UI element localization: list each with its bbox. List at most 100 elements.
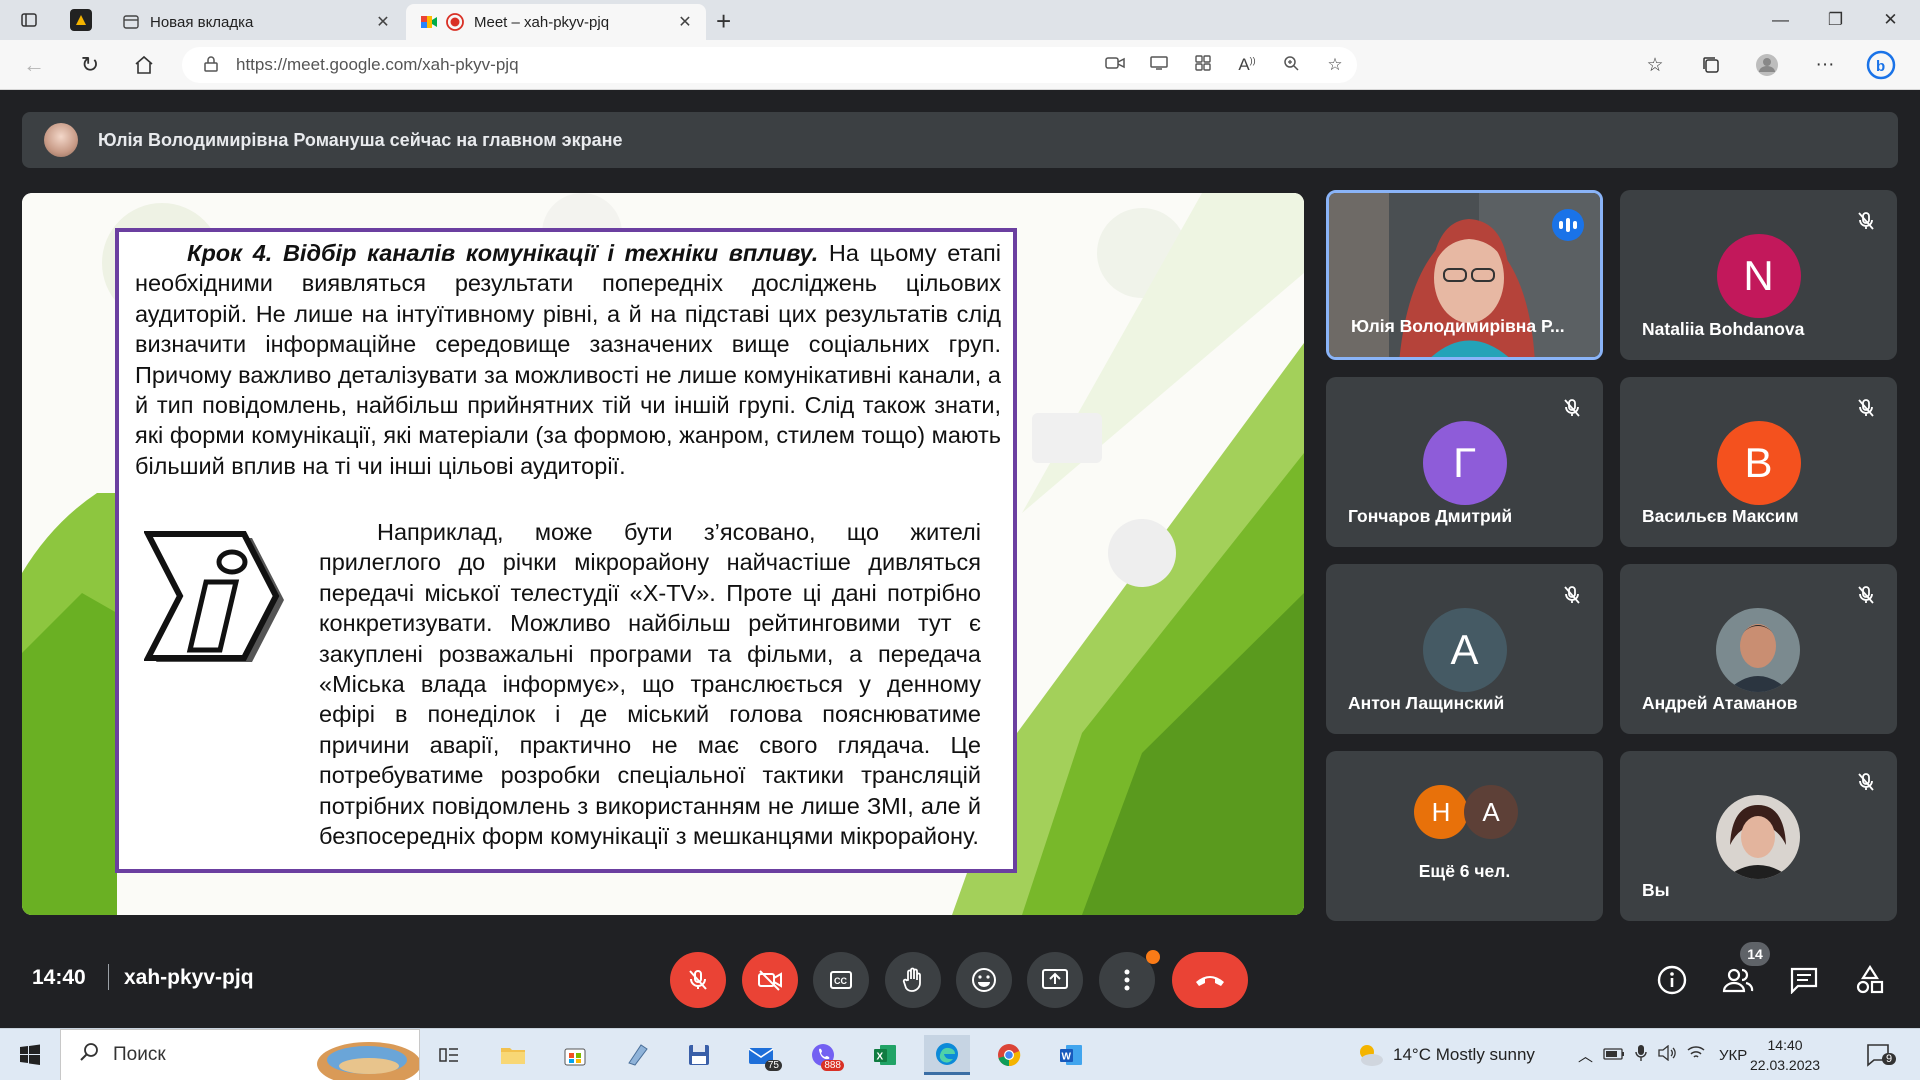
tab-meet[interactable]: Meet – xah-pkyv-pjq ✕ [406, 4, 706, 40]
volume-icon[interactable] [1657, 1044, 1677, 1065]
taskbar-clock[interactable]: 14:40 22.03.2023 [1750, 1029, 1820, 1080]
participant-tile-speaker[interactable]: Юлія Володимирівна Р... [1326, 190, 1603, 360]
viber-icon[interactable]: 888 [800, 1035, 846, 1075]
apps-icon[interactable] [1181, 54, 1225, 76]
favorites-icon[interactable]: ☆ [1638, 50, 1672, 80]
close-icon[interactable]: ✕ [672, 12, 698, 32]
refresh-button[interactable]: ↻ [74, 50, 106, 80]
participant-name: Nataliia Bohdanova [1642, 319, 1805, 339]
chat-icon [1790, 967, 1818, 994]
zoom-icon[interactable] [1269, 55, 1313, 76]
slide-document: Крок 4. Відбір каналів комунікації і тех… [115, 228, 1017, 873]
profile-avatar-icon[interactable] [1750, 50, 1784, 80]
svg-text:X: X [877, 1052, 884, 1063]
chrome-icon[interactable] [986, 1035, 1032, 1075]
chevron-up-icon[interactable]: ︿ [1578, 1045, 1593, 1066]
notification-dot [1146, 950, 1160, 964]
more-options-icon[interactable]: ··· [1808, 50, 1842, 80]
participant-tile[interactable]: В Васильєв Максим [1620, 377, 1897, 547]
camera-off-icon [758, 970, 782, 991]
network-icon[interactable] [1687, 1044, 1705, 1066]
task-view-icon[interactable] [426, 1035, 472, 1075]
camera-icon[interactable] [1093, 55, 1137, 75]
present-button[interactable] [1027, 952, 1083, 1008]
viber-badge: 888 [821, 1060, 844, 1071]
participant-tile[interactable]: N Nataliia Bohdanova [1620, 190, 1897, 360]
save-app-icon[interactable] [676, 1035, 722, 1075]
people-button[interactable] [1718, 960, 1758, 1000]
avatar-photo [1716, 795, 1800, 879]
reactions-button[interactable] [956, 952, 1012, 1008]
excel-icon[interactable]: X [862, 1035, 908, 1075]
avatar-letter: Н [1414, 785, 1468, 839]
read-aloud-icon[interactable]: A)) [1225, 55, 1269, 75]
mic-toggle-button[interactable] [670, 952, 726, 1008]
mic-tray-icon[interactable] [1635, 1044, 1647, 1066]
close-window-button[interactable]: ✕ [1863, 0, 1918, 40]
store-icon[interactable] [552, 1035, 598, 1075]
self-tile[interactable]: Вы [1620, 751, 1897, 921]
edge-icon[interactable] [924, 1035, 970, 1075]
partly-sunny-icon [1360, 1045, 1383, 1066]
mic-off-icon [689, 970, 707, 990]
address-bar[interactable]: https://meet.google.com/xah-pkyv-pjq A))… [182, 47, 1357, 83]
windows-logo-icon [20, 1044, 40, 1065]
muted-mic-icon [1851, 206, 1881, 236]
taskbar-search[interactable]: Поиск [60, 1029, 420, 1080]
add-favorite-icon[interactable]: ☆ [1313, 55, 1357, 75]
raise-hand-button[interactable] [885, 952, 941, 1008]
activities-button[interactable] [1850, 960, 1890, 1000]
search-placeholder: Поиск [113, 1044, 166, 1065]
maximize-button[interactable]: ❐ [1808, 0, 1863, 40]
lock-icon[interactable] [204, 55, 218, 75]
slide-text-1: На цьому етапі необхідними виявляться ре… [135, 240, 1001, 479]
word-icon[interactable]: W [1048, 1035, 1094, 1075]
avatar-letter: Г [1422, 421, 1507, 505]
start-button[interactable] [10, 1041, 50, 1069]
notifications-button[interactable]: 9 [1866, 1029, 1897, 1080]
tab-actions-icon[interactable] [16, 8, 42, 32]
muted-mic-icon [1851, 767, 1881, 797]
new-tab-button[interactable]: + [716, 6, 731, 37]
file-explorer-icon[interactable] [490, 1035, 536, 1075]
windows-taskbar: Поиск 75 888 X W 14°C Mostly sunny ︿ УКР… [0, 1028, 1920, 1080]
notes-app-icon[interactable] [614, 1035, 660, 1075]
captions-button[interactable]: CC [813, 952, 869, 1008]
slide-heading: Крок 4. Відбір каналів комунікації і тех… [187, 240, 819, 266]
back-button[interactable]: ← [18, 50, 50, 80]
battery-icon[interactable] [1603, 1047, 1625, 1064]
muted-mic-icon [1557, 580, 1587, 610]
close-icon[interactable]: ✕ [370, 12, 396, 32]
emoji-icon [972, 968, 996, 992]
language-indicator[interactable]: УКР [1719, 1047, 1747, 1064]
weather-widget[interactable]: 14°C Mostly sunny [1355, 1029, 1535, 1080]
home-button[interactable] [128, 50, 160, 80]
tab-bar: Новая вкладка ✕ Meet – xah-pkyv-pjq ✕ + … [0, 0, 1920, 40]
participant-name: Васильєв Максим [1642, 506, 1799, 526]
tab-new[interactable]: Новая вкладка ✕ [108, 4, 404, 40]
bing-chat-icon[interactable]: b [1864, 50, 1898, 80]
weather-text: 14°C Mostly sunny [1393, 1045, 1535, 1064]
participant-tile[interactable]: Г Гончаров Дмитрий [1326, 377, 1603, 547]
profile-icon[interactable] [70, 9, 92, 31]
camera-toggle-button[interactable] [742, 952, 798, 1008]
more-participants-label: Ещё 6 чел. [1418, 861, 1511, 881]
meeting-details-button[interactable] [1652, 960, 1692, 1000]
tab-title: Meet – xah-pkyv-pjq [474, 13, 610, 31]
chat-button[interactable] [1784, 960, 1824, 1000]
system-tray: ︿ УКР [1578, 1029, 1747, 1080]
toolbar: ← ↻ https://meet.google.com/xah-pkyv-pjq… [0, 40, 1920, 90]
cast-icon[interactable] [1137, 55, 1181, 75]
participant-tile[interactable]: Андрей Атаманов [1620, 564, 1897, 734]
mail-icon[interactable]: 75 [738, 1035, 784, 1075]
svg-text:CC: CC [834, 976, 847, 986]
leave-call-button[interactable] [1172, 952, 1248, 1008]
collections-icon[interactable] [1694, 50, 1728, 80]
url-text: https://meet.google.com/xah-pkyv-pjq [236, 55, 519, 74]
more-participants-tile[interactable]: Н А Ещё 6 чел. [1326, 751, 1603, 921]
participant-tile[interactable]: А Антон Лащинский [1326, 564, 1603, 734]
minimize-button[interactable]: — [1753, 0, 1808, 40]
hang-up-icon [1196, 976, 1224, 986]
meet-logo-icon [420, 13, 438, 31]
clock-date: 22.03.2023 [1750, 1057, 1821, 1073]
